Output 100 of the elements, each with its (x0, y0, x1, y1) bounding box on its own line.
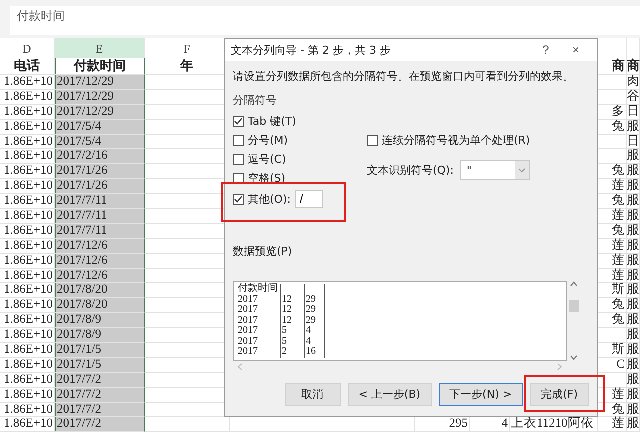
table-cell: 1.86E+10 (0, 417, 55, 432)
table-cell: 1.86E+10 (0, 224, 55, 239)
instruction-text: 请设置分列数据所包含的分隔符号。在预览窗口内可看到分列的效果。 (233, 69, 575, 84)
table-cell: 2017/2/16 (55, 149, 145, 164)
table-cell: 1.86E+10 (0, 268, 55, 284)
table-cell: 兔 (598, 224, 627, 239)
delimiter-checkbox[interactable]: 逗号(C) (233, 152, 286, 167)
table-cell: 兔 (598, 298, 627, 314)
preview-cell: 12 (281, 316, 305, 326)
table-cell: 多 (598, 104, 627, 120)
table-cell: 服 (627, 372, 640, 388)
table-cell: 莲 (598, 268, 627, 284)
section-label: 分隔符号 (233, 93, 278, 108)
table-cell: 1.86E+10 (0, 388, 55, 403)
table-cell: 2017/1/5 (55, 358, 145, 373)
table-cell: 2017/8/20 (55, 298, 145, 314)
table-cell: 2017/8/9 (55, 328, 145, 344)
table-cell: 1.86E+10 (0, 328, 55, 344)
table-cell: 1.86E+10 (0, 104, 55, 120)
delimiter-checkbox[interactable]: 分号(M) (233, 133, 288, 148)
close-button[interactable]: × (561, 43, 591, 57)
table-cell: 2017/12/6 (55, 238, 145, 254)
table-cell: 1.86E+10 (0, 298, 55, 314)
table-cell: 日 (627, 134, 640, 150)
chevron-up-icon[interactable] (570, 281, 578, 287)
qualifier-label: 文本识别符号(Q): (366, 162, 454, 178)
table-cell: 1.86E+10 (0, 313, 55, 328)
text-qualifier-select[interactable]: " (460, 160, 530, 180)
table-cell: 1.86E+10 (0, 402, 55, 418)
table-cell: 2017/7/11 (55, 209, 145, 224)
table-cell: 1.86E+10 (0, 358, 55, 373)
table-cell: 莲 (598, 209, 627, 224)
table-cell: 2017/1/26 (55, 179, 145, 194)
preview-cell: 29 (305, 305, 325, 316)
table-cell: 莲 (598, 254, 627, 269)
dialog-button[interactable]: < 上一步(B) (348, 383, 432, 406)
preview-cell: 2017 (237, 305, 281, 316)
table-cell: 商 (598, 58, 627, 75)
preview-cell: 29 (305, 294, 325, 305)
table-cell: 兔 (598, 120, 627, 135)
table-cell: 1.86E+10 (0, 164, 55, 180)
table-cell: 斯 (598, 343, 627, 358)
table-cell (598, 90, 627, 105)
chevron-left-icon[interactable] (237, 363, 243, 371)
preview-cell: 4 (305, 326, 325, 336)
table-cell: 服 (627, 283, 640, 298)
dialog-button[interactable]: 下一步(N) > (438, 383, 524, 406)
formula-field[interactable]: 付款时间 (10, 6, 640, 35)
table-cell: 1.86E+10 (0, 90, 55, 105)
help-button[interactable]: ? (531, 43, 561, 57)
table-cell: 莲 (598, 238, 627, 254)
table-cell: 295 (415, 417, 470, 432)
preview-cell: 2017 (237, 347, 281, 358)
table-cell (598, 134, 627, 150)
table-cell: 2017/1/5 (55, 343, 145, 358)
table-cell: 1.86E+10 (0, 149, 55, 164)
delimiter-checkbox[interactable]: 其他(O): (233, 192, 291, 206)
table-cell: 服 (627, 194, 640, 210)
table-cell: 2017/12/29 (55, 90, 145, 105)
delimiter-checkbox[interactable]: Tab 键(T) (233, 114, 296, 129)
table-cell: 1.86E+10 (0, 209, 55, 224)
table-cell: 服 (627, 254, 640, 269)
table-cell: 商 (627, 58, 640, 75)
other-delimiter-field[interactable]: / (294, 190, 323, 208)
chevron-right-icon[interactable] (557, 363, 563, 371)
table-cell: C (598, 358, 627, 373)
table-cell: 1.86E+10 (0, 283, 55, 298)
table-cell: 2017/1/26 (55, 164, 145, 180)
table-cell: 2017/8/9 (55, 313, 145, 328)
table-cell: 2017/12/29 (55, 104, 145, 120)
table-cell: 莲 (598, 417, 627, 432)
table-cell: 2017/7/2 (55, 388, 145, 403)
table-cell: 2017/7/2 (55, 417, 145, 432)
table-cell: 肉 (627, 75, 640, 90)
table-cell: 兔 (598, 194, 627, 210)
table-cell: 1.86E+10 (0, 194, 55, 210)
table-cell: 谷 (627, 90, 640, 105)
dialog-title: 文本分列向导 - 第 2 步，共 3 步 (231, 42, 392, 58)
table-cell: 服 (627, 209, 640, 224)
dialog-button[interactable]: 完成(F) (530, 383, 589, 406)
scrollbar-thumb[interactable] (569, 300, 579, 312)
table-cell: 上衣11210阿依 (510, 417, 598, 432)
table-cell: 2017/12/6 (55, 268, 145, 284)
chevron-down-icon[interactable] (570, 355, 578, 361)
table-cell: 服 (627, 328, 640, 344)
preview-cell: 2017 (237, 336, 281, 347)
preview-cell: 2017 (237, 294, 281, 305)
table-cell: 2017/7/2 (55, 372, 145, 388)
delimiter-checkbox[interactable]: 连续分隔符号视为单个处理(R) (366, 133, 530, 148)
preview-cell: 5 (281, 336, 305, 347)
preview-cell: 2017 (237, 326, 281, 336)
table-cell: 1.86E+10 (0, 75, 55, 90)
table-cell: 服 (627, 238, 640, 254)
table-cell: 2017/7/11 (55, 194, 145, 210)
column-header[interactable]: E (55, 38, 145, 58)
table-cell: 1.86E+10 (0, 254, 55, 269)
preview-cell: 2017 (237, 316, 281, 326)
table-cell: 服 (627, 179, 640, 194)
table-cell: 服 (627, 417, 640, 432)
dialog-button[interactable]: 取消 (284, 383, 341, 406)
